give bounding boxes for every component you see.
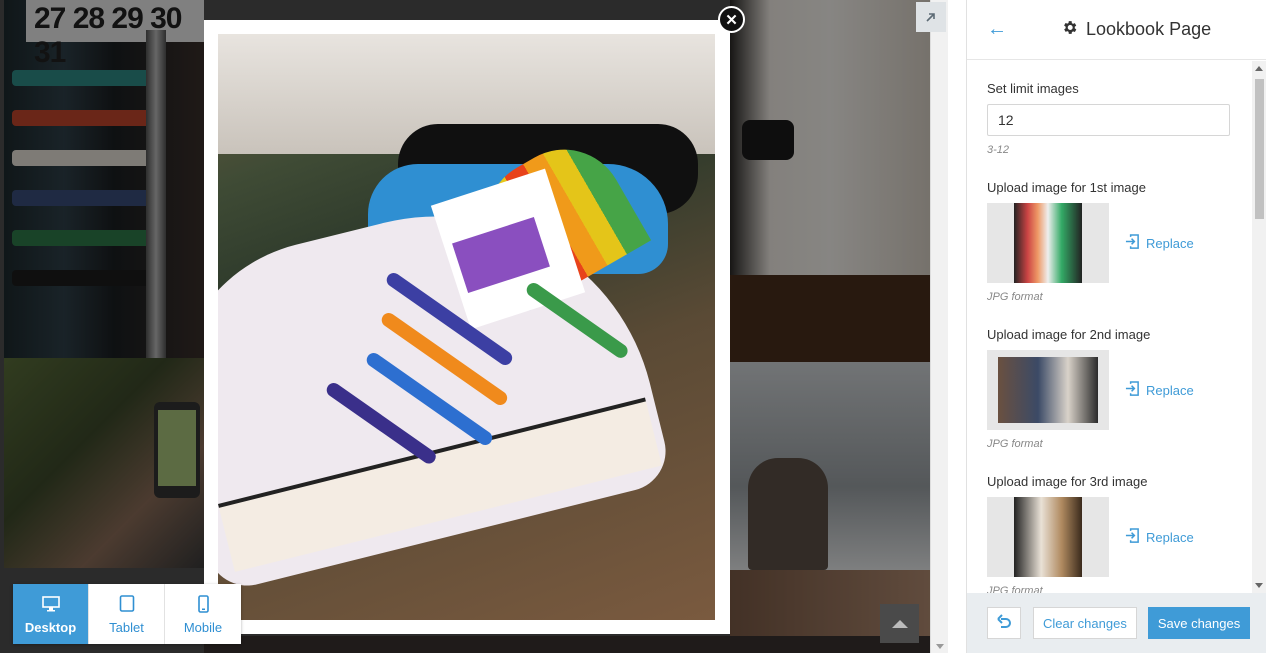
lookbook-tile-watch-bag[interactable] <box>730 0 930 362</box>
device-tablet-label: Tablet <box>109 619 144 635</box>
scroll-to-top-button[interactable] <box>880 604 919 643</box>
overlay-shade <box>4 358 204 568</box>
image-upload-label: Upload image for 1st image <box>987 180 1146 195</box>
image-upload-3: Upload image for 3rd image Replace JPG f… <box>987 474 1232 593</box>
image-thumbnail[interactable] <box>987 497 1109 577</box>
scroll-up-arrow-icon <box>1255 66 1263 71</box>
settings-panel: ← Lookbook Page Set limit images 3-12 Up… <box>966 0 1266 653</box>
device-desktop-button[interactable]: Desktop <box>13 584 89 644</box>
lookbook-tile-bottom[interactable] <box>204 636 930 653</box>
device-mobile-button[interactable]: Mobile <box>165 584 241 644</box>
panel-body: Set limit images 3-12 Upload image for 1… <box>967 61 1252 593</box>
format-hint: JPG format <box>987 438 1043 450</box>
store-preview: 27 28 29 30 31 ✕ Desktop Tablet Mobile <box>0 0 948 653</box>
overlay-shade <box>730 362 930 570</box>
desktop-icon <box>41 594 60 614</box>
format-hint: JPG format <box>987 291 1043 303</box>
image-upload-2: Upload image for 2nd image Replace JPG f… <box>987 327 1232 450</box>
device-desktop-label: Desktop <box>24 619 77 635</box>
format-hint: JPG format <box>987 585 1043 593</box>
replace-label: Replace <box>1146 235 1194 251</box>
clear-changes-button[interactable]: Clear changes <box>1033 607 1137 639</box>
panel-footer: Clear changes Save changes <box>967 593 1266 653</box>
scrollbar-thumb[interactable] <box>1255 79 1264 219</box>
scroll-down-arrow-icon <box>936 644 944 649</box>
panel-title: Lookbook Page <box>1061 19 1211 41</box>
image-upload-label: Upload image for 3rd image <box>987 474 1148 489</box>
lookbook-tile-clothing-rack[interactable]: 27 28 29 30 31 <box>4 0 204 358</box>
save-changes-button[interactable]: Save changes <box>1147 607 1251 639</box>
scroll-down-arrow-icon <box>1255 583 1263 588</box>
panel-header: ← Lookbook Page <box>967 0 1266 60</box>
lightbox-image <box>218 34 715 620</box>
undo-button[interactable] <box>987 607 1021 639</box>
tablet-icon <box>119 594 135 614</box>
limit-hint: 3-12 <box>987 144 1010 156</box>
overlay-shade <box>204 636 930 653</box>
limit-input[interactable] <box>987 104 1230 136</box>
mobile-icon <box>197 594 209 614</box>
image-upload-1: Upload image for 1st image Replace JPG f… <box>987 180 1232 303</box>
replace-image-button[interactable]: Replace <box>1125 527 1194 547</box>
expand-preview-button[interactable] <box>916 2 946 32</box>
limit-label: Set limit images <box>987 81 1079 96</box>
lookbook-tile-phone[interactable] <box>4 358 204 568</box>
close-lightbox-button[interactable]: ✕ <box>718 6 745 33</box>
replace-image-button[interactable]: Replace <box>1125 233 1194 253</box>
thumbnail-picture <box>1014 497 1082 577</box>
image-thumbnail[interactable] <box>987 203 1109 283</box>
image-thumbnail[interactable] <box>987 350 1109 430</box>
sign-in-icon <box>1125 233 1140 253</box>
overlay-shade <box>4 0 204 358</box>
replace-image-button[interactable]: Replace <box>1125 380 1194 400</box>
replace-label: Replace <box>1146 382 1194 398</box>
gear-icon <box>1061 19 1078 41</box>
thumbnail-picture <box>1014 203 1082 283</box>
lookbook-tile-snow[interactable] <box>730 362 930 570</box>
lightbox-modal <box>204 20 730 634</box>
device-mobile-label: Mobile <box>183 619 223 635</box>
panel-title-text: Lookbook Page <box>1086 19 1212 39</box>
back-arrow-icon[interactable]: ← <box>987 18 1017 41</box>
thumbnail-picture <box>998 357 1098 423</box>
expand-arrow-icon <box>926 9 936 25</box>
panel-scrollbar[interactable] <box>1252 61 1266 593</box>
device-tablet-button[interactable]: Tablet <box>89 584 165 644</box>
device-switcher: Desktop Tablet Mobile <box>13 584 241 644</box>
overlay-shade <box>730 0 930 362</box>
sign-in-icon <box>1125 380 1140 400</box>
image-upload-label: Upload image for 2nd image <box>987 327 1151 342</box>
close-icon: ✕ <box>725 11 738 29</box>
sign-in-icon <box>1125 527 1140 547</box>
preview-scrollbar[interactable] <box>930 0 948 653</box>
undo-icon <box>996 613 1012 634</box>
replace-label: Replace <box>1146 529 1194 545</box>
